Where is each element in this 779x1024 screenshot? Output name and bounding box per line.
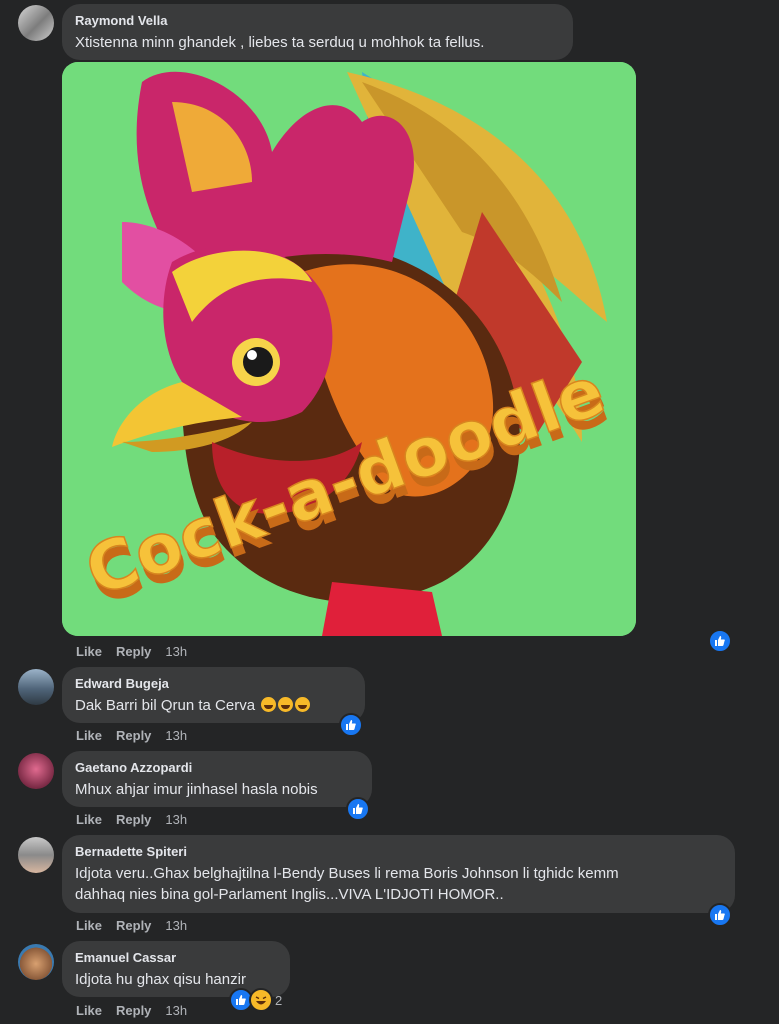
comment-text: Xtistenna minn ghandek , liebes ta serdu… (75, 34, 485, 51)
comment-actions: Like Reply 13h (76, 644, 201, 659)
like-reaction-icon[interactable] (346, 797, 370, 821)
rooster-illustration: Cock-a-doodle Cock-a-doodle (62, 62, 636, 636)
like-reaction-icon[interactable] (708, 903, 732, 927)
avatar[interactable] (18, 5, 54, 41)
comment-text: Idjota hu ghax qisu hanzir (75, 971, 246, 988)
reply-link[interactable]: Reply (116, 728, 151, 743)
comment-actions: Like Reply 13h (76, 918, 201, 933)
reply-link[interactable]: Reply (116, 918, 151, 933)
comment-author[interactable]: Emanuel Cassar (75, 949, 277, 967)
laugh-emoji-icon (278, 697, 294, 712)
comment-text-line-2: dahhaq nies bina gol-Parlament Inglis...… (75, 886, 504, 903)
like-link[interactable]: Like (76, 644, 102, 659)
timestamp[interactable]: 13h (165, 644, 187, 659)
timestamp[interactable]: 13h (165, 1003, 187, 1018)
reply-link[interactable]: Reply (116, 644, 151, 659)
like-link[interactable]: Like (76, 1003, 102, 1018)
comment-text-line-1: Idjota veru..Ghax belghajtilna l-Bendy B… (75, 865, 619, 882)
timestamp[interactable]: 13h (165, 812, 187, 827)
avatar[interactable] (18, 669, 54, 705)
timestamp[interactable]: 13h (165, 728, 187, 743)
comment-image[interactable]: Cock-a-doodle Cock-a-doodle (62, 62, 636, 636)
comment-text: Mhux ahjar imur jinhasel hasla nobis (75, 781, 318, 798)
comment-author[interactable]: Bernadette Spiteri (75, 843, 722, 861)
timestamp[interactable]: 13h (165, 918, 187, 933)
reply-link[interactable]: Reply (116, 1003, 151, 1018)
reply-link[interactable]: Reply (116, 812, 151, 827)
reaction-count[interactable]: 2 (275, 993, 282, 1008)
comment-actions: Like Reply 13h (76, 1003, 201, 1018)
like-reaction-icon[interactable] (339, 713, 363, 737)
comment-bubble: Bernadette Spiteri Idjota veru..Ghax bel… (62, 835, 735, 913)
avatar[interactable] (18, 837, 54, 873)
avatar[interactable] (18, 944, 54, 980)
avatar[interactable] (18, 753, 54, 789)
haha-reaction-icon[interactable] (249, 988, 273, 1012)
comment-author[interactable]: Edward Bugeja (75, 675, 352, 693)
comment-actions: Like Reply 13h (76, 728, 201, 743)
comment-bubble: Edward Bugeja Dak Barri bil Qrun ta Cerv… (62, 667, 365, 723)
comment-author[interactable]: Gaetano Azzopardi (75, 759, 359, 777)
comment-text: Dak Barri bil Qrun ta Cerva (75, 695, 352, 716)
comment-author[interactable]: Raymond Vella (75, 12, 560, 30)
comment-actions: Like Reply 13h (76, 812, 201, 827)
comment-bubble: Gaetano Azzopardi Mhux ahjar imur jinhas… (62, 751, 372, 807)
like-link[interactable]: Like (76, 918, 102, 933)
laugh-emoji-icon (261, 697, 277, 712)
like-link[interactable]: Like (76, 812, 102, 827)
like-reaction-icon[interactable] (708, 629, 732, 653)
laugh-emoji-icon (295, 697, 311, 712)
comment-bubble: Raymond Vella Xtistenna minn ghandek , l… (62, 4, 573, 60)
like-link[interactable]: Like (76, 728, 102, 743)
